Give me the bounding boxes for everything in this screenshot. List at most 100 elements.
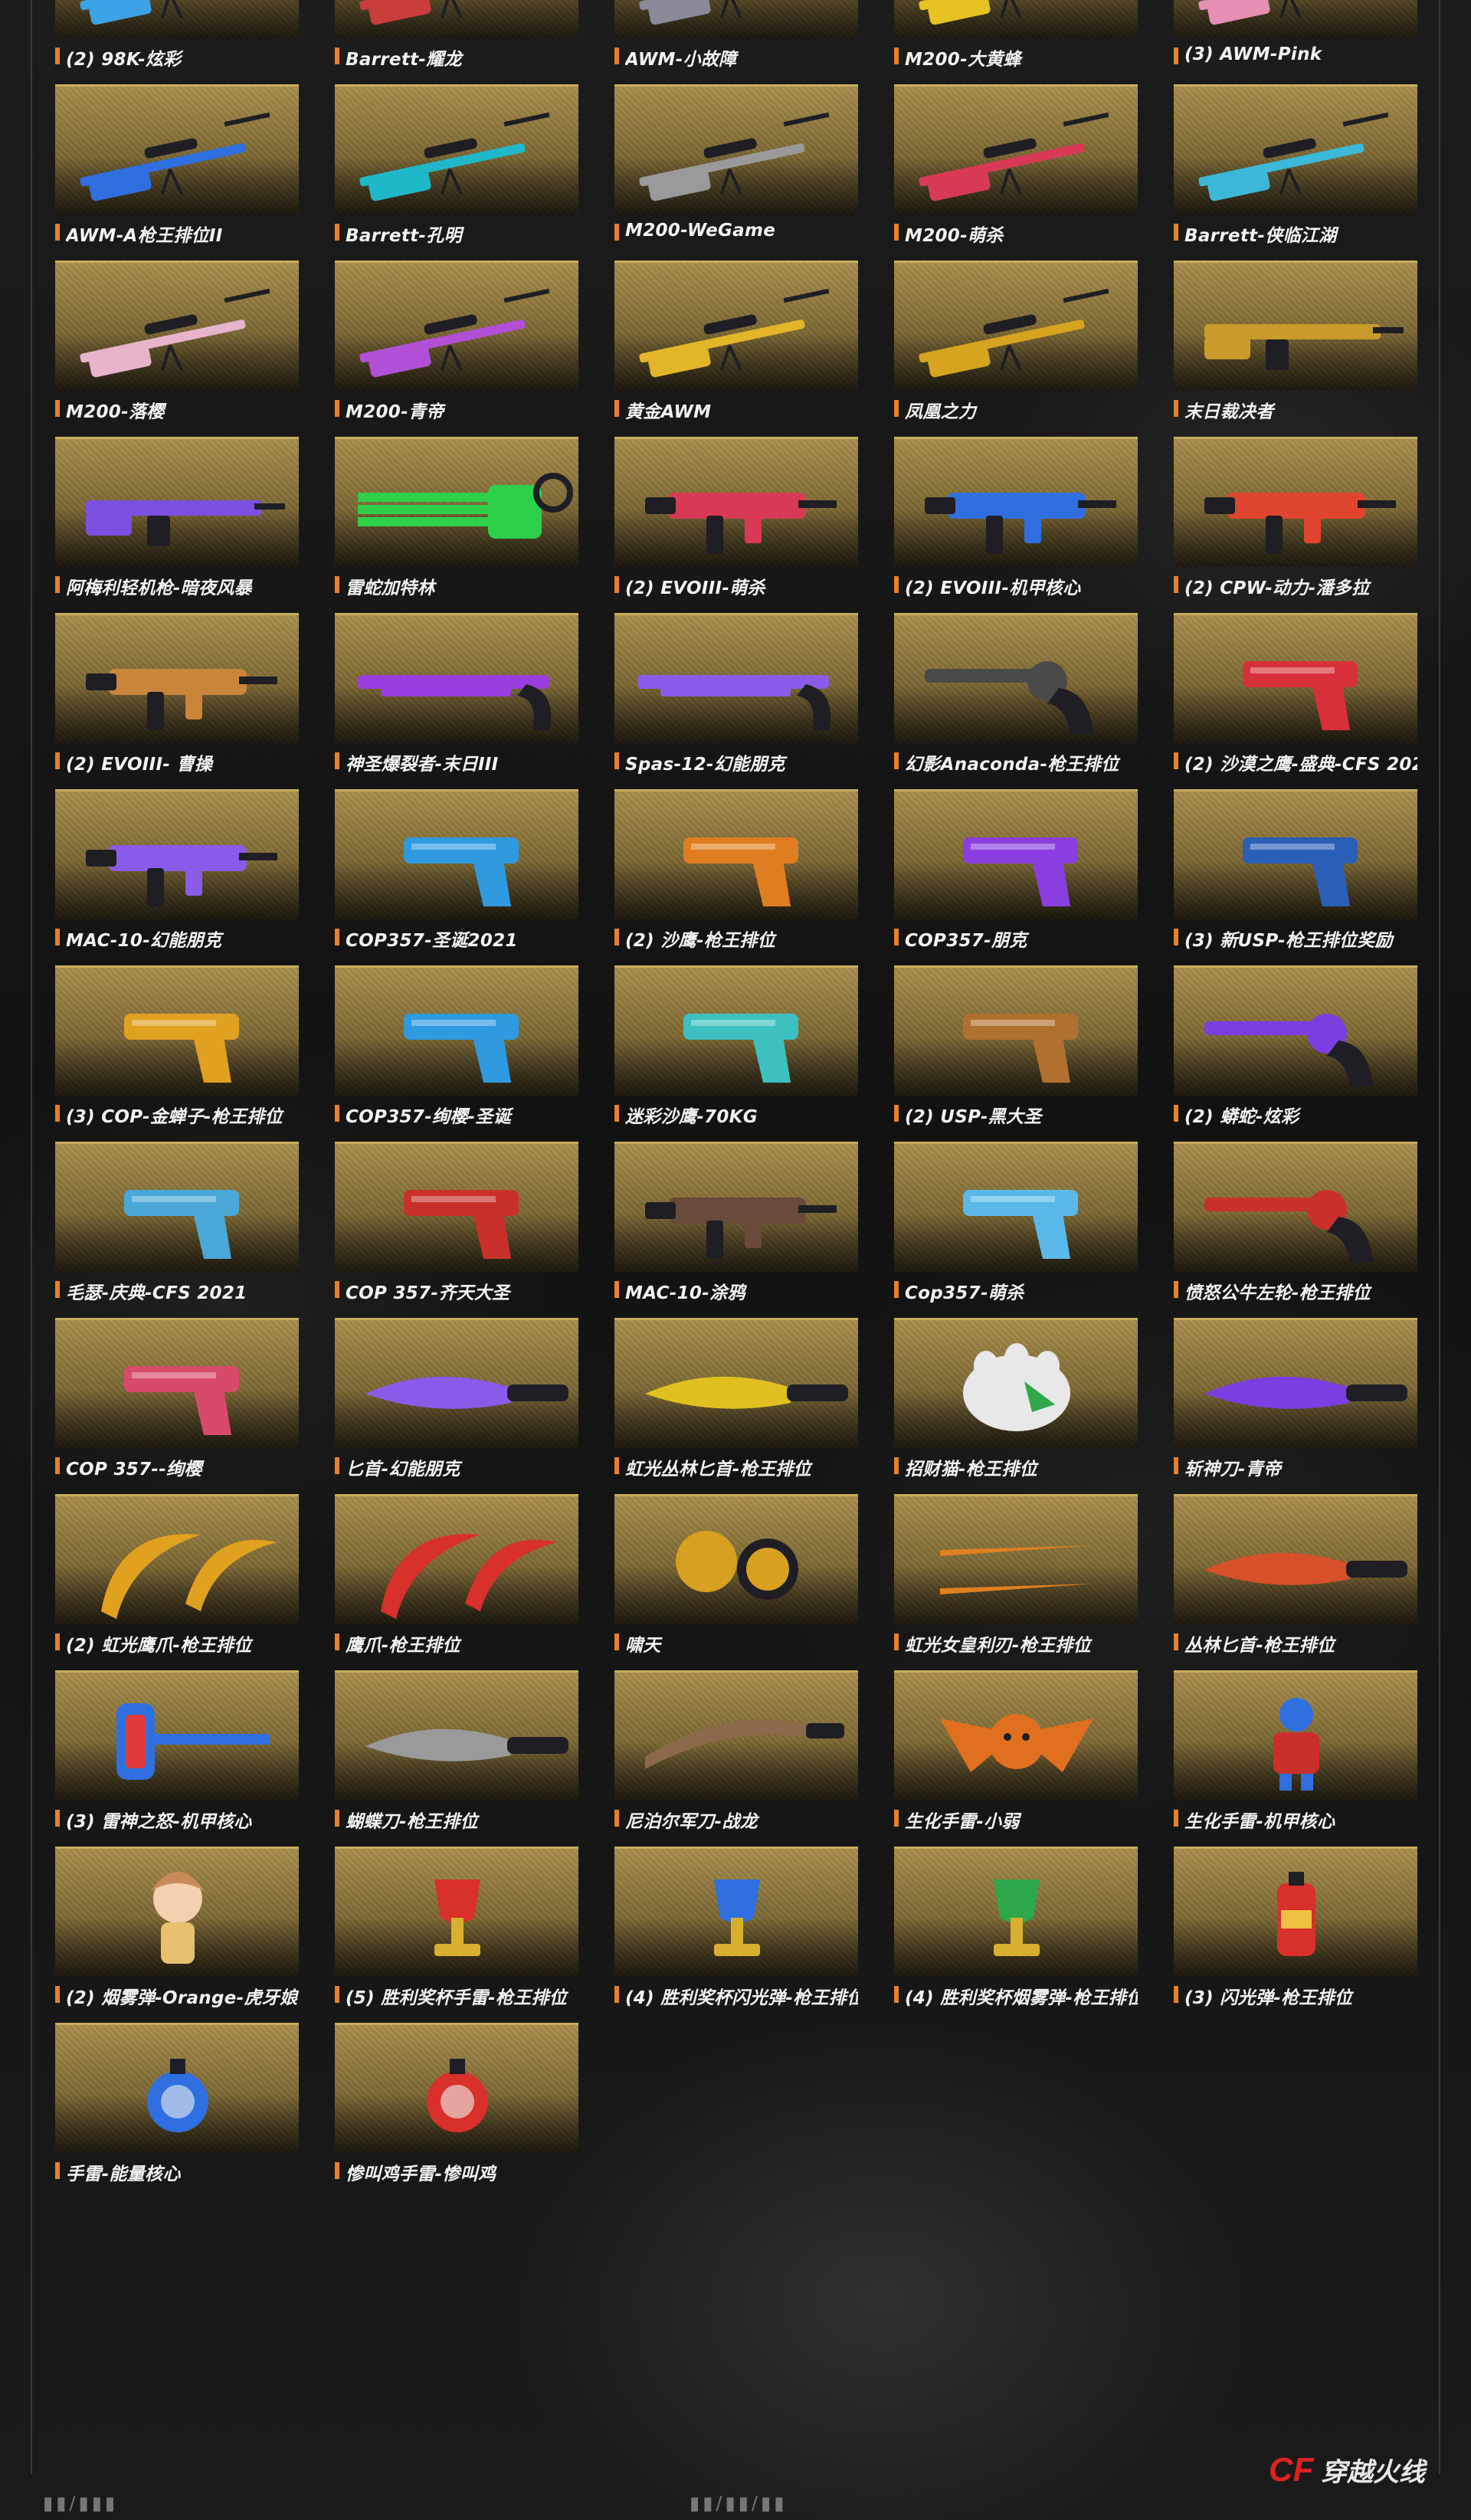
inventory-item[interactable]: (2) EVOIII-萌杀 — [614, 437, 858, 598]
inventory-item[interactable]: 蝴蝶刀-枪王排位 — [335, 1670, 578, 1832]
inventory-item[interactable]: 毛瑟-庆典-CFS 2021 — [55, 1142, 299, 1303]
inventory-item[interactable]: (2) 98K-炫彩 — [55, 0, 299, 70]
inventory-item[interactable]: (3) COP-金蝉子-枪王排位 — [55, 965, 299, 1127]
inventory-item[interactable]: MAC-10-幻能朋克 — [55, 789, 299, 951]
inventory-item[interactable]: 黄金AWM — [614, 261, 858, 422]
robot-icon — [1273, 1698, 1319, 1791]
inventory-item[interactable]: COP 357-齐天大圣 — [335, 1142, 578, 1303]
inventory-item[interactable]: 匕首-幻能朋克 — [335, 1318, 578, 1480]
inventory-item[interactable]: (3) 闪光弹-枪王排位 — [1174, 1847, 1417, 2008]
item-thumbnail — [614, 965, 858, 1096]
item-thumbnail — [335, 437, 578, 567]
inventory-item[interactable]: Cop357-萌杀 — [894, 1142, 1138, 1303]
inventory-item[interactable]: Barrett-孔明 — [335, 84, 578, 246]
knife-icon — [1204, 1552, 1407, 1585]
item-thumbnail — [614, 261, 858, 391]
inventory-item[interactable]: 斩神刀-青帝 — [1174, 1318, 1417, 1480]
inventory-item[interactable]: (2) 烟雾弹-Orange-虎牙娘 — [55, 1847, 299, 2008]
inventory-item[interactable]: (5) 胜利奖杯手雷-枪王排位 — [335, 1847, 578, 2008]
bat-creature-icon — [940, 1714, 1093, 1772]
inventory-item[interactable]: 惨叫鸡手雷-惨叫鸡 — [335, 2023, 578, 2184]
inventory-item[interactable]: (2) 蟒蛇-炫彩 — [1174, 965, 1417, 1127]
inventory-item[interactable]: 凤凰之力 — [894, 261, 1138, 422]
inventory-item[interactable]: MAC-10-涂鸦 — [614, 1142, 858, 1303]
label-accent-bar — [55, 400, 60, 417]
item-thumbnail — [894, 1670, 1138, 1801]
inventory-item[interactable]: COP 357--绚樱 — [55, 1318, 299, 1480]
inventory-item[interactable]: COP357-朋克 — [894, 789, 1138, 951]
inventory-item[interactable]: COP357-绚樱-圣诞 — [335, 965, 578, 1127]
label-accent-bar — [614, 1281, 619, 1298]
inventory-item[interactable]: (2) 虹光鹰爪-枪王排位 — [55, 1494, 299, 1656]
knife-icon — [365, 1729, 568, 1761]
item-label: M200-大黄蜂 — [905, 50, 1021, 70]
paw-icon — [963, 1343, 1070, 1431]
inventory-item[interactable]: M200-大黄蜂 — [894, 0, 1138, 70]
inventory-item[interactable]: (2) EVOIII- 曹操 — [55, 613, 299, 775]
inventory-item[interactable]: 生化手雷-机甲核心 — [1174, 1670, 1417, 1832]
inventory-item[interactable]: AWM-小故障 — [614, 0, 858, 70]
inventory-item[interactable]: 虹光丛林匕首-枪王排位 — [614, 1318, 858, 1480]
inventory-item[interactable]: (2) USP-黑大圣 — [894, 965, 1138, 1127]
label-accent-bar — [335, 48, 339, 64]
item-label: 黄金AWM — [625, 402, 712, 422]
inventory-item[interactable]: 手雷-能量核心 — [55, 2023, 299, 2184]
pistol-icon — [1243, 837, 1358, 906]
inventory-item[interactable]: 雷蛇加特林 — [335, 437, 578, 598]
inventory-item[interactable]: Spas-12-幻能朋克 — [614, 613, 858, 775]
inventory-item[interactable]: M200-落樱 — [55, 261, 299, 422]
inventory-item[interactable]: 迷彩沙鹰-70KG — [614, 965, 858, 1127]
inventory-item[interactable]: (4) 胜利奖杯闪光弹-枪王排位 — [614, 1847, 858, 2008]
sniper-rifle-icon — [919, 288, 1109, 378]
inventory-item[interactable]: 神圣爆裂者-末日III — [335, 613, 578, 775]
inventory-item[interactable]: Barrett-耀龙 — [335, 0, 578, 70]
label-accent-bar — [335, 1281, 339, 1298]
label-accent-bar — [1174, 1810, 1178, 1827]
inventory-item[interactable]: (3) AWM-Pink — [1174, 0, 1417, 69]
inventory-item[interactable]: AWM-A枪王排位II — [55, 84, 299, 246]
revolver-icon — [1204, 1190, 1373, 1263]
inventory-item[interactable]: Barrett-侠临江湖 — [1174, 84, 1417, 246]
inventory-item[interactable]: M200-青帝 — [335, 261, 578, 422]
item-thumbnail — [1174, 1318, 1417, 1448]
item-label: (2) 蟒蛇-炫彩 — [1184, 1107, 1299, 1127]
item-thumbnail — [614, 1142, 858, 1272]
inventory-item[interactable]: 啸天 — [614, 1494, 858, 1656]
item-thumbnail — [1174, 965, 1417, 1096]
item-thumbnail — [55, 2023, 299, 2153]
inventory-item[interactable]: 生化手雷-小弱 — [894, 1670, 1138, 1832]
item-label: 雷蛇加特林 — [346, 578, 435, 598]
inventory-item[interactable]: 丛林匕首-枪王排位 — [1174, 1494, 1417, 1656]
inventory-item[interactable]: (2) 沙鹰-枪王排位 — [614, 789, 858, 951]
item-thumbnail — [55, 0, 299, 38]
inventory-item[interactable]: 愤怒公牛左轮-枪王排位 — [1174, 1142, 1417, 1303]
shotgun-icon — [637, 675, 831, 730]
item-label: AWM-A枪王排位II — [66, 226, 223, 246]
inventory-item[interactable]: (2) EVOIII-机甲核心 — [894, 437, 1138, 598]
knife-icon — [365, 1376, 568, 1409]
inventory-item[interactable]: COP357-圣诞2021 — [335, 789, 578, 951]
shotgun-icon — [358, 675, 551, 730]
inventory-item[interactable]: 尼泊尔军刀-战龙 — [614, 1670, 858, 1832]
item-thumbnail — [614, 84, 858, 215]
inventory-item[interactable]: 鹰爪-枪王排位 — [335, 1494, 578, 1656]
inventory-item[interactable]: M200-WeGame — [614, 84, 858, 245]
item-label: (3) 新USP-枪王排位奖励 — [1184, 931, 1393, 951]
inventory-item[interactable]: 招财猫-枪王排位 — [894, 1318, 1138, 1480]
inventory-item[interactable]: 末日裁决者 — [1174, 261, 1417, 422]
smg-icon — [925, 493, 1116, 554]
inventory-item[interactable]: (3) 新USP-枪王排位奖励 — [1174, 789, 1417, 951]
inventory-item[interactable]: M200-萌杀 — [894, 84, 1138, 246]
inventory-item[interactable]: (4) 胜利奖杯烟雾弹-枪王排位 — [894, 1847, 1138, 2008]
inventory-item[interactable]: 阿梅利轻机枪-暗夜风暴 — [55, 437, 299, 598]
sniper-rifle-icon — [359, 112, 550, 202]
item-label: 阿梅利轻机枪-暗夜风暴 — [66, 578, 252, 598]
inventory-item[interactable]: (2) CPW-动力-潘多拉 — [1174, 437, 1417, 598]
item-thumbnail — [1174, 1494, 1417, 1624]
item-label: (4) 胜利奖杯闪光弹-枪王排位 — [625, 1988, 858, 2008]
inventory-item[interactable]: 虹光女皇利刃-枪王排位 — [894, 1494, 1138, 1656]
inventory-item[interactable]: (2) 沙漠之鹰-盛典-CFS 2021 — [1174, 613, 1417, 775]
inventory-item[interactable]: 幻影Anaconda-枪王排位 — [894, 613, 1138, 775]
inventory-item[interactable]: (3) 雷神之怒-机甲核心 — [55, 1670, 299, 1832]
item-label: COP 357--绚樱 — [66, 1460, 202, 1480]
